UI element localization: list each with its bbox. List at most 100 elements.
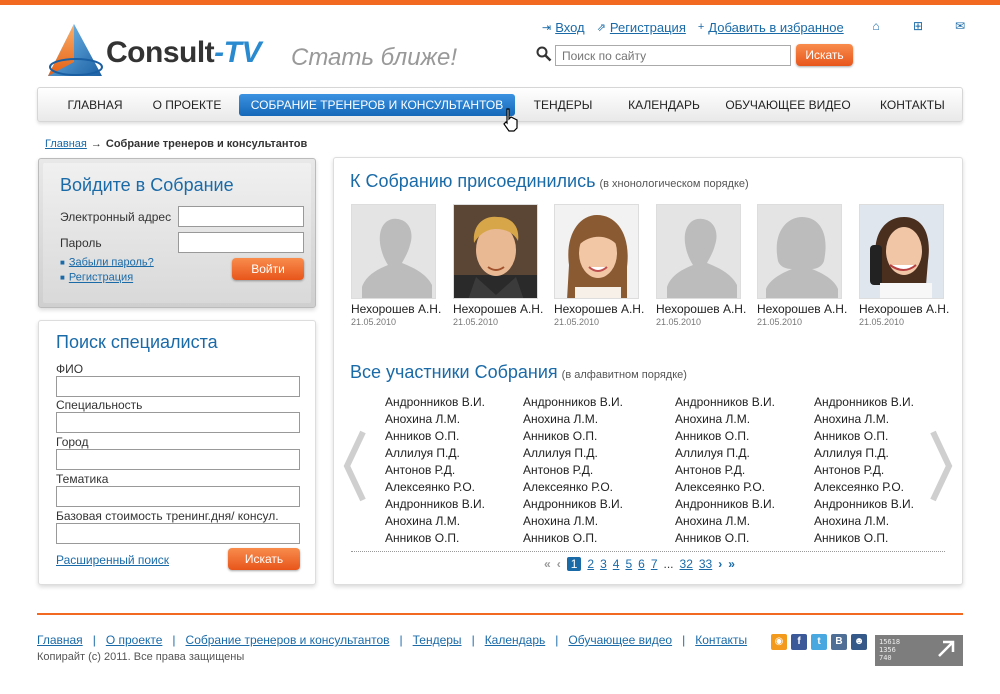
register-link-small[interactable]: Регистрация xyxy=(69,272,133,284)
logo[interactable]: Consult-TV xyxy=(44,20,274,82)
mail-icon[interactable]: ✉ xyxy=(950,19,970,33)
list-item[interactable]: Андронников В.И. xyxy=(523,496,623,513)
list-item[interactable]: Анохина Л.М. xyxy=(675,513,775,530)
price-field[interactable] xyxy=(56,523,300,544)
page-link-current[interactable]: 1 xyxy=(566,557,582,571)
page-link[interactable]: 7 xyxy=(651,557,658,571)
list-item[interactable]: Анохина Л.М. xyxy=(523,411,623,428)
chevron-right-icon[interactable] xyxy=(929,430,953,502)
member-card[interactable]: Нехорошев А.Н. 21.05.2010 xyxy=(351,204,443,327)
list-item[interactable]: Алексеянко Р.О. xyxy=(523,479,623,496)
page-link[interactable]: 32 xyxy=(680,557,693,571)
advanced-search-link[interactable]: Расширенный поиск xyxy=(56,553,169,567)
list-item[interactable]: Алексеянко Р.О. xyxy=(385,479,485,496)
list-item[interactable]: Анников О.П. xyxy=(523,428,623,445)
chevron-left-icon[interactable] xyxy=(343,430,367,502)
list-item[interactable]: Алексеянко Р.О. xyxy=(814,479,914,496)
register-link[interactable]: ⇗ Регистрация xyxy=(597,20,686,35)
nav-item-trainers[interactable]: СОБРАНИЕ ТРЕНЕРОВ И КОНСУЛЬТАНТОВ xyxy=(239,94,515,116)
footer-link-tenders[interactable]: Тендеры xyxy=(413,633,462,647)
nav-item-about[interactable]: О ПРОЕКТЕ xyxy=(151,94,223,116)
list-item[interactable]: Анников О.П. xyxy=(385,428,485,445)
password-field[interactable] xyxy=(178,232,304,253)
nav-item-home[interactable]: ГЛАВНАЯ xyxy=(66,94,124,116)
list-item[interactable]: Анохина Л.М. xyxy=(523,513,623,530)
nav-item-video[interactable]: ОБУЧАЮЩЕЕ ВИДЕО xyxy=(725,94,851,116)
footer-link-home[interactable]: Главная xyxy=(37,633,83,647)
rss-icon[interactable]: ◉ xyxy=(771,634,787,650)
list-item[interactable]: Анников О.П. xyxy=(814,428,914,445)
list-item[interactable]: Анников О.П. xyxy=(675,428,775,445)
member-card[interactable]: Нехорошев А.Н. 21.05.2010 xyxy=(859,204,951,327)
footer-link-about[interactable]: О проекте xyxy=(106,633,163,647)
page-link[interactable]: 3 xyxy=(600,557,607,571)
email-field[interactable] xyxy=(178,206,304,227)
footer-link-trainers[interactable]: Собрание тренеров и консультантов xyxy=(186,633,390,647)
list-item[interactable]: Анников О.П. xyxy=(523,530,623,547)
list-item[interactable]: Андронников В.И. xyxy=(814,496,914,513)
page-link[interactable]: 4 xyxy=(613,557,620,571)
list-item[interactable]: Антонов Р.Д. xyxy=(523,462,623,479)
list-item[interactable]: Андронников В.И. xyxy=(385,394,485,411)
list-item[interactable]: Анохина Л.М. xyxy=(675,411,775,428)
city-field[interactable] xyxy=(56,449,300,470)
top-accent-bar xyxy=(0,0,1000,5)
list-item[interactable]: Анников О.П. xyxy=(814,530,914,547)
sitemap-icon[interactable]: ⊞ xyxy=(908,19,928,33)
list-item[interactable]: Анников О.П. xyxy=(675,530,775,547)
topic-field[interactable] xyxy=(56,486,300,507)
login-link[interactable]: ⇥ Вход xyxy=(542,20,585,35)
last-page-icon[interactable]: » xyxy=(728,557,735,571)
list-item[interactable]: Андронников В.И. xyxy=(814,394,914,411)
list-item[interactable]: Анников О.П. xyxy=(385,530,485,547)
list-item[interactable]: Андронников В.И. xyxy=(675,496,775,513)
list-item[interactable]: Анохина Л.М. xyxy=(814,411,914,428)
list-item[interactable]: Андронников В.И. xyxy=(523,394,623,411)
list-item[interactable]: Аллилуя П.Д. xyxy=(814,445,914,462)
member-card[interactable]: Нехорошев А.Н. 21.05.2010 xyxy=(757,204,849,327)
list-item[interactable]: Андронников В.И. xyxy=(675,394,775,411)
page-link[interactable]: 5 xyxy=(625,557,632,571)
specialty-field[interactable] xyxy=(56,412,300,433)
list-item[interactable]: Аллилуя П.Д. xyxy=(385,445,485,462)
home-icon[interactable]: ⌂ xyxy=(866,19,886,33)
member-card[interactable]: Нехорошев А.Н. 21.05.2010 xyxy=(554,204,646,327)
footer-link-contacts[interactable]: Контакты xyxy=(695,633,747,647)
add-favorites-link[interactable]: + Добавить в избранное xyxy=(698,20,844,35)
login-button[interactable]: Войти xyxy=(232,258,304,280)
prev-page-icon[interactable]: ‹ xyxy=(557,557,561,571)
list-item[interactable]: Антонов Р.Д. xyxy=(385,462,485,479)
list-item[interactable]: Анохина Л.М. xyxy=(814,513,914,530)
specialist-search-button[interactable]: Искать xyxy=(228,548,300,570)
nav-item-calendar[interactable]: КАЛЕНДАРЬ xyxy=(627,94,701,116)
nav-item-tenders[interactable]: ТЕНДЕРЫ xyxy=(530,94,596,116)
list-item[interactable]: Алексеянко Р.О. xyxy=(675,479,775,496)
visit-counter[interactable]: 15618 1356 740 xyxy=(875,635,963,666)
vkontakte-icon[interactable]: B xyxy=(831,634,847,650)
nav-item-contacts[interactable]: КОНТАКТЫ xyxy=(880,94,945,116)
member-card[interactable]: Нехорошев А.Н. 21.05.2010 xyxy=(656,204,748,327)
first-page-icon[interactable]: « xyxy=(544,557,551,571)
site-search-input[interactable] xyxy=(555,45,791,66)
forgot-password-link[interactable]: Забыли пароль? xyxy=(69,256,154,268)
member-card[interactable]: Нехорошев А.Н. 21.05.2010 xyxy=(453,204,545,327)
page-link[interactable]: 6 xyxy=(638,557,645,571)
site-search-button[interactable]: Искать xyxy=(796,44,853,66)
next-page-icon[interactable]: › xyxy=(718,557,722,571)
twitter-icon[interactable]: t xyxy=(811,634,827,650)
facebook-icon[interactable]: f xyxy=(791,634,807,650)
page-link[interactable]: 2 xyxy=(587,557,594,571)
list-item[interactable]: Антонов Р.Д. xyxy=(675,462,775,479)
list-item[interactable]: Антонов Р.Д. xyxy=(814,462,914,479)
footer-link-calendar[interactable]: Календарь xyxy=(485,633,546,647)
fio-field[interactable] xyxy=(56,376,300,397)
footer-link-video[interactable]: Обучающее видео xyxy=(568,633,672,647)
list-item[interactable]: Аллилуя П.Д. xyxy=(675,445,775,462)
list-item[interactable]: Андронников В.И. xyxy=(385,496,485,513)
person-icon[interactable]: ☻ xyxy=(851,634,867,650)
list-item[interactable]: Аллилуя П.Д. xyxy=(523,445,623,462)
list-item[interactable]: Анохина Л.М. xyxy=(385,513,485,530)
list-item[interactable]: Анохина Л.М. xyxy=(385,411,485,428)
breadcrumb-home-link[interactable]: Главная xyxy=(45,138,87,150)
page-link[interactable]: 33 xyxy=(699,557,712,571)
